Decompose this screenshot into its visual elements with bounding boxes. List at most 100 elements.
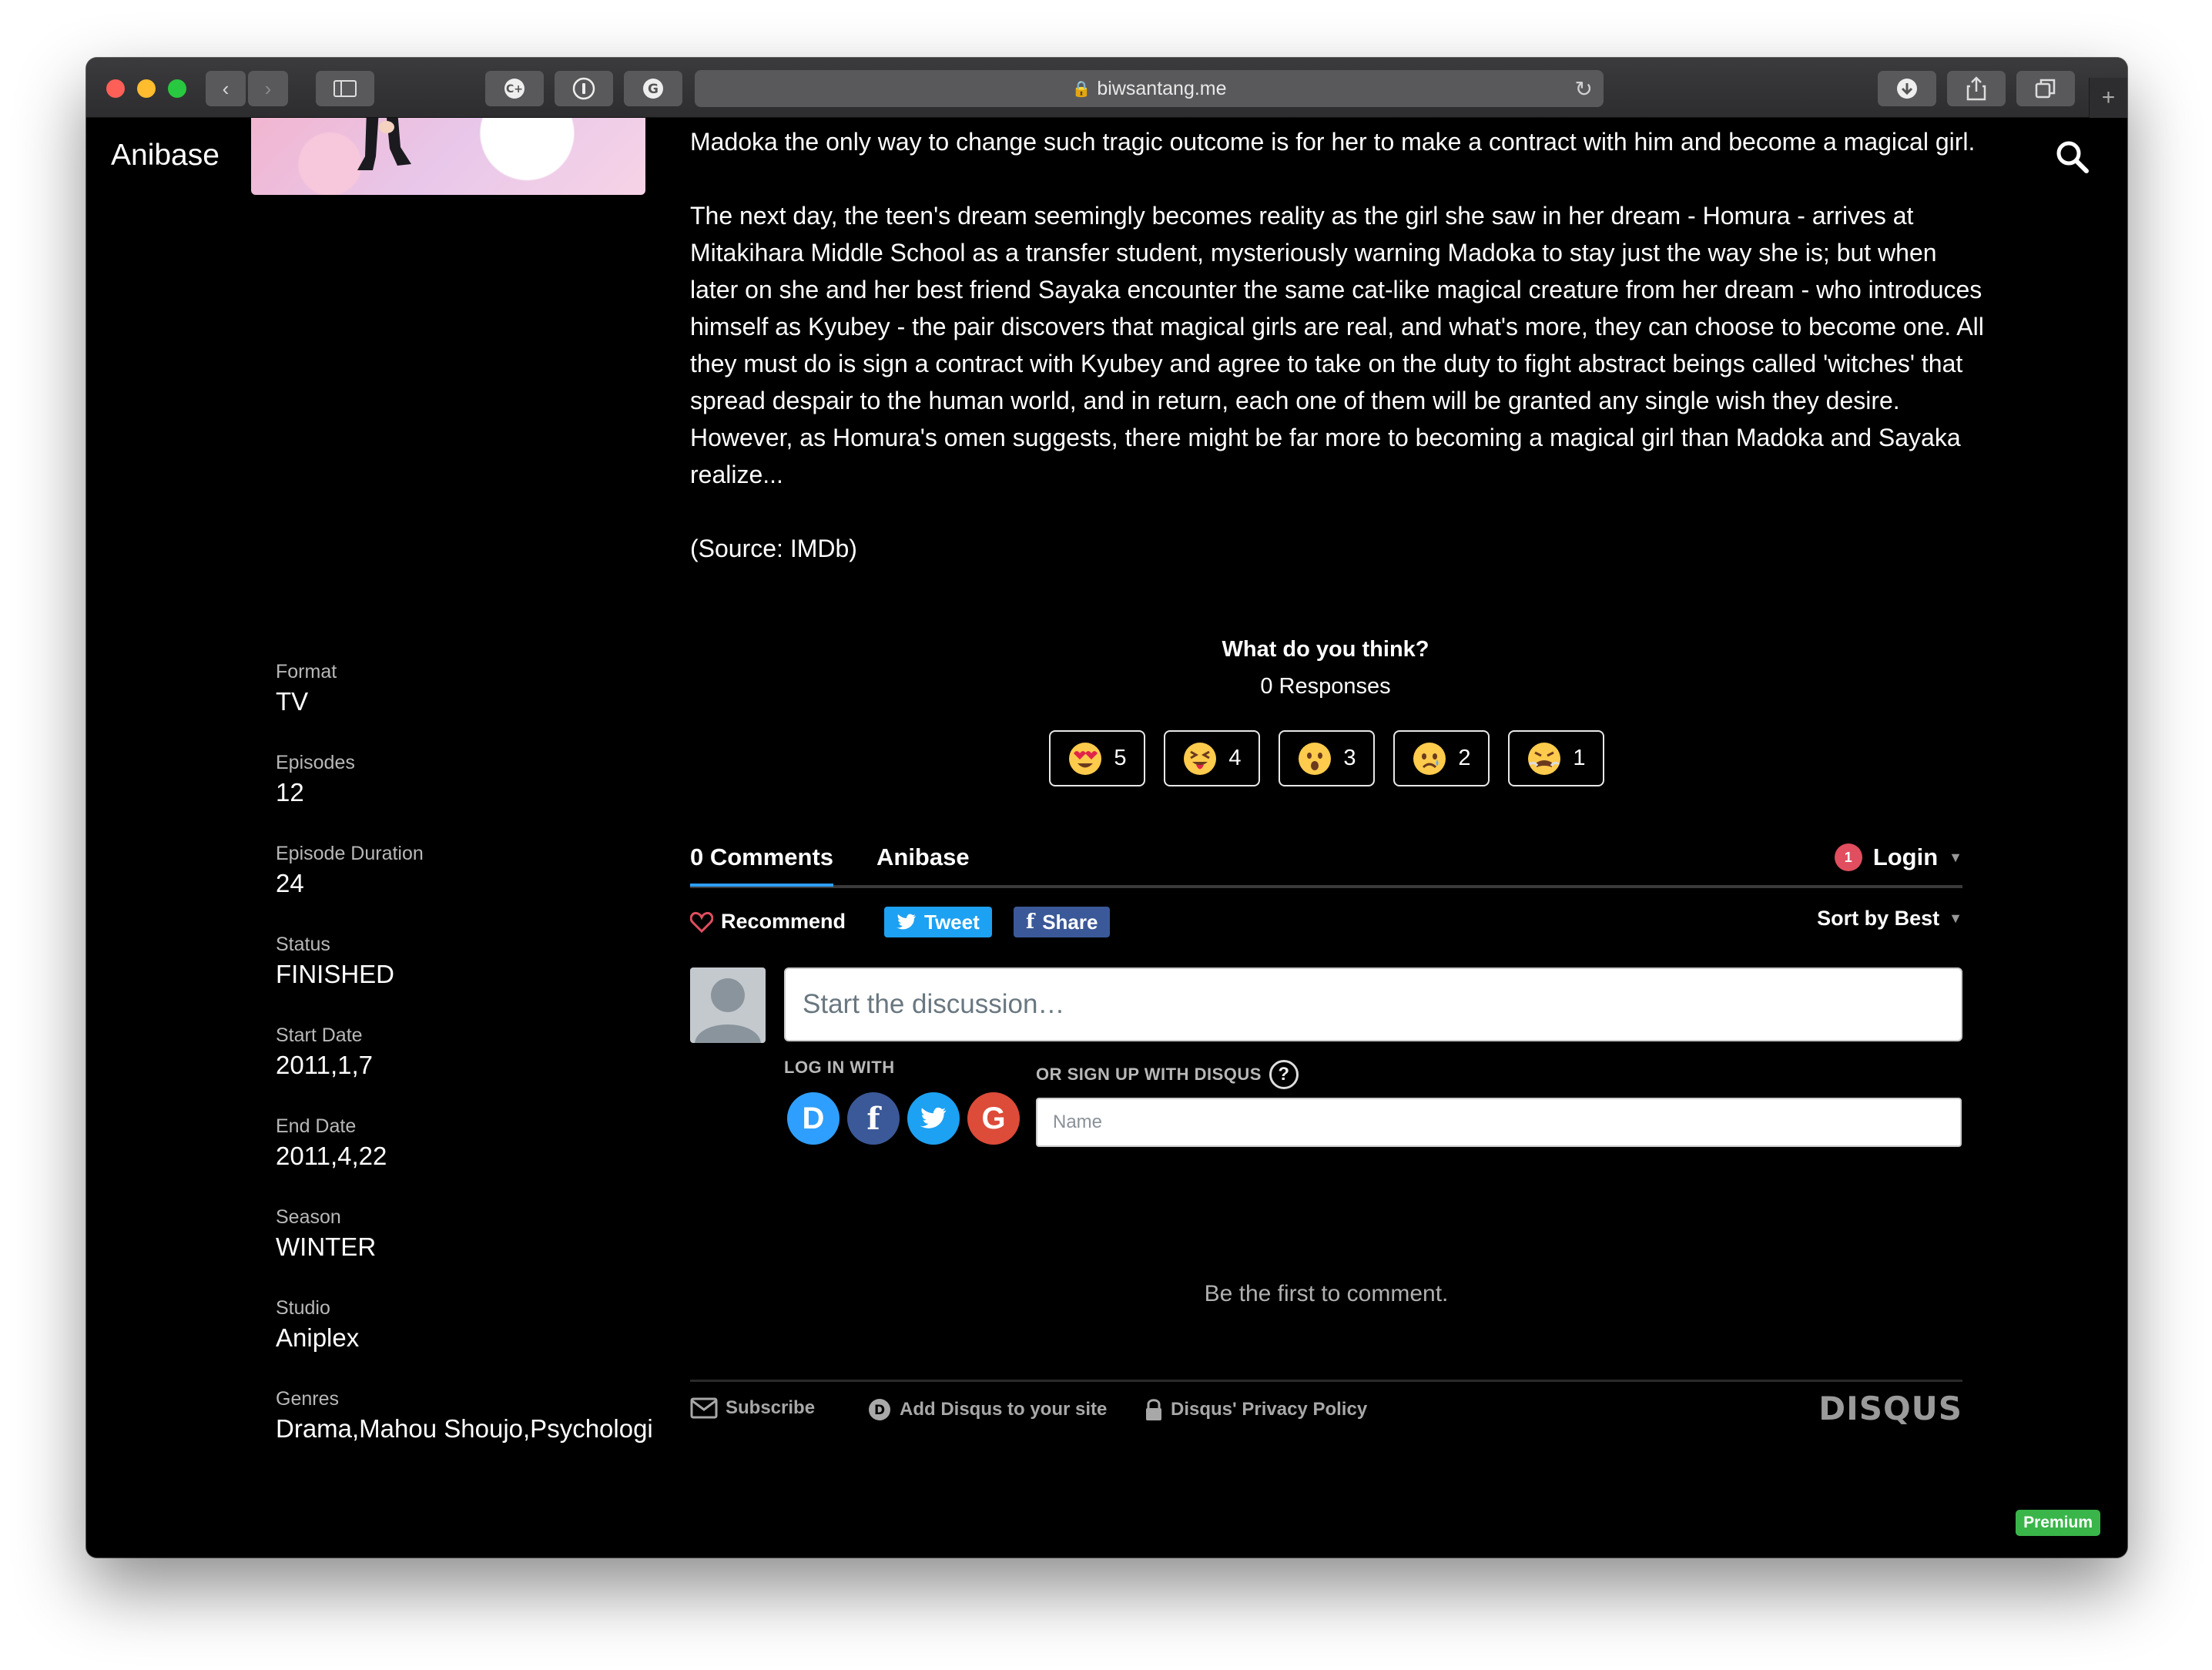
detail-value: TV bbox=[276, 687, 309, 716]
notification-badge: 1 bbox=[1834, 843, 1862, 871]
share-label: Share bbox=[1042, 910, 1098, 934]
comment-placeholder: Start the discussion… bbox=[803, 989, 1065, 1019]
back-button[interactable]: ‹ bbox=[206, 71, 246, 106]
lock-icon bbox=[1146, 1399, 1161, 1420]
reaction-count: 4 bbox=[1228, 746, 1242, 770]
share-icon bbox=[1966, 76, 1986, 101]
address-bar[interactable]: 🔒 biwsantang.me ↻ bbox=[695, 70, 1604, 107]
privacy-label: Disqus' Privacy Policy bbox=[1171, 1399, 1368, 1420]
downloads-button[interactable] bbox=[1878, 71, 1936, 106]
password-key-icon bbox=[572, 77, 595, 100]
synopsis-source: (Source: IMDb) bbox=[690, 535, 857, 562]
detail-label: Format bbox=[276, 661, 337, 682]
twitter-login-button[interactable] bbox=[907, 1092, 960, 1145]
new-tab-button[interactable]: + bbox=[2089, 78, 2127, 118]
share-button[interactable] bbox=[1947, 71, 2006, 106]
sidebar-icon bbox=[333, 80, 357, 97]
facebook-login-button[interactable]: f bbox=[847, 1092, 900, 1145]
facebook-share-button[interactable]: f Share bbox=[1014, 907, 1111, 937]
extension-c-plus-icon: C+ bbox=[504, 79, 525, 99]
reaction-button[interactable]: 4 bbox=[1164, 730, 1260, 786]
tweet-label: Tweet bbox=[924, 910, 980, 934]
subscribe-link[interactable]: Subscribe bbox=[690, 1397, 815, 1419]
synopsis: Madoka the only way to change such tragi… bbox=[690, 123, 1984, 604]
tabs-overview-button[interactable] bbox=[2016, 71, 2075, 106]
reaction-button[interactable]: 2 bbox=[1393, 730, 1490, 786]
disqus-nav: 0 Comments Anibase 1 Login ▼ bbox=[690, 843, 1962, 888]
login-with-label: LOG IN WITH bbox=[784, 1058, 895, 1077]
detail-format: Format TV bbox=[276, 659, 692, 749]
tabs-icon bbox=[2035, 79, 2056, 99]
name-placeholder: Name bbox=[1053, 1112, 1103, 1132]
avatar bbox=[690, 967, 766, 1043]
add-disqus-link[interactable]: D Add Disqus to your site bbox=[867, 1397, 1107, 1422]
site-logo[interactable]: Anibase bbox=[111, 139, 220, 173]
signup-text: OR SIGN UP WITH DISQUS bbox=[1036, 1065, 1262, 1084]
surprised-emoji-icon bbox=[1299, 742, 1332, 775]
url-text: biwsantang.me bbox=[1097, 77, 1227, 99]
reaction-button[interactable]: 1 bbox=[1508, 730, 1604, 786]
reactions-count: 0 Responses bbox=[1260, 674, 1391, 699]
tongue-out-emoji-icon bbox=[1184, 742, 1217, 775]
twitter-bird-icon bbox=[897, 914, 916, 930]
password-manager-button[interactable] bbox=[555, 71, 613, 106]
anime-details: Format TV Episodes 12 Episode Duration 2… bbox=[276, 659, 692, 1477]
disqus-logo[interactable]: DISQUS bbox=[1818, 1390, 1962, 1427]
extension-button-1[interactable]: C+ bbox=[485, 71, 544, 106]
facebook-icon: f bbox=[1026, 910, 1035, 934]
help-icon[interactable]: ? bbox=[1269, 1060, 1299, 1089]
tab-community[interactable]: Anibase bbox=[876, 843, 970, 871]
google-login-button[interactable]: G bbox=[967, 1092, 1020, 1145]
detail-value: 12 bbox=[276, 778, 304, 806]
sidebar-toggle-button[interactable] bbox=[316, 71, 374, 106]
close-window-button[interactable] bbox=[106, 79, 125, 98]
grammarly-icon: G bbox=[643, 79, 663, 99]
detail-label: Start Date bbox=[276, 1024, 363, 1046]
detail-episodes: Episodes 12 bbox=[276, 749, 692, 840]
recommend-label: Recommend bbox=[721, 910, 846, 933]
reaction-buttons: 5 4 3 2 1 bbox=[1049, 730, 1604, 786]
browser-window: ‹ › C+ G 🔒 biwsantang.me ↻ + Anibase Mad… bbox=[86, 58, 2127, 1558]
tab-comments[interactable]: 0 Comments bbox=[690, 843, 834, 887]
zoom-window-button[interactable] bbox=[168, 79, 186, 98]
detail-season: Season WINTER bbox=[276, 1204, 692, 1295]
social-login: D f G bbox=[787, 1092, 1020, 1145]
default-avatar-icon bbox=[695, 978, 761, 1043]
search-icon[interactable] bbox=[2055, 139, 2089, 173]
detail-value: Drama,Mahou Shoujo,Psychologi bbox=[276, 1414, 653, 1443]
chevron-down-icon: ▼ bbox=[1949, 910, 1962, 926]
reaction-button[interactable]: 5 bbox=[1049, 730, 1145, 786]
sad-emoji-icon bbox=[1413, 742, 1446, 775]
detail-value: WINTER bbox=[276, 1232, 377, 1261]
sort-dropdown[interactable]: Sort by Best ▼ bbox=[1817, 907, 1962, 931]
chevron-down-icon: ▼ bbox=[1949, 849, 1962, 865]
forward-button[interactable]: › bbox=[248, 71, 288, 106]
download-icon bbox=[1897, 79, 1917, 99]
reaction-button[interactable]: 3 bbox=[1279, 730, 1375, 786]
privacy-policy-link[interactable]: Disqus' Privacy Policy bbox=[1145, 1397, 1367, 1422]
grammarly-button[interactable]: G bbox=[624, 71, 682, 106]
login-menu[interactable]: 1 Login ▼ bbox=[1834, 843, 1962, 871]
character-artwork bbox=[357, 118, 411, 170]
minimize-window-button[interactable] bbox=[137, 79, 156, 98]
detail-label: Episode Duration bbox=[276, 843, 424, 864]
tweet-button[interactable]: Tweet bbox=[884, 907, 992, 937]
detail-label: Status bbox=[276, 934, 330, 955]
synopsis-paragraph: The next day, the teen's dream seemingly… bbox=[690, 202, 1984, 488]
detail-studio: Studio Aniplex bbox=[276, 1295, 692, 1386]
anime-cover-image bbox=[251, 118, 645, 195]
name-field[interactable]: Name bbox=[1036, 1098, 1962, 1147]
detail-value: FINISHED bbox=[276, 960, 395, 988]
reaction-count: 2 bbox=[1458, 746, 1471, 770]
disqus-footer: Subscribe D Add Disqus to your site Disq… bbox=[690, 1380, 1962, 1427]
empty-comments-message: Be the first to comment. bbox=[1204, 1281, 1449, 1306]
angry-emoji-icon bbox=[1528, 742, 1561, 775]
detail-status: Status FINISHED bbox=[276, 931, 692, 1022]
detail-value: 24 bbox=[276, 869, 304, 897]
reload-icon[interactable]: ↻ bbox=[1575, 76, 1593, 102]
recommend-button[interactable]: Recommend bbox=[690, 910, 846, 934]
comment-input[interactable]: Start the discussion… bbox=[784, 967, 1962, 1041]
premium-badge: Premium bbox=[2016, 1510, 2100, 1536]
disqus-login-button[interactable]: D bbox=[787, 1092, 840, 1145]
detail-label: Episodes bbox=[276, 752, 355, 773]
